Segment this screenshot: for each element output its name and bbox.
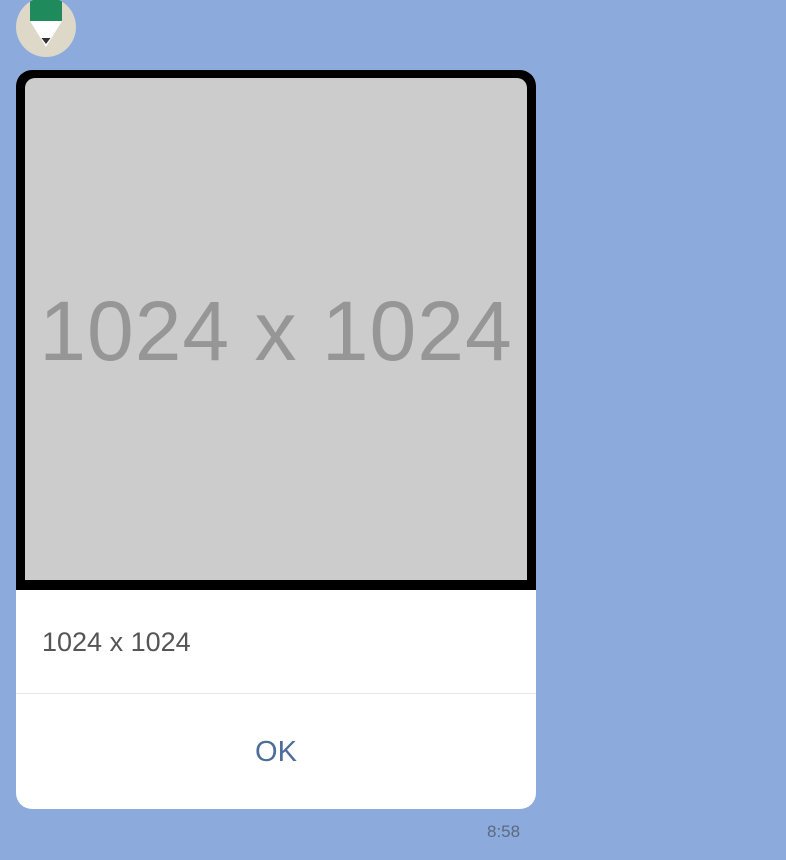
avatar[interactable] bbox=[16, 0, 76, 57]
pencil-heart-icon bbox=[30, 0, 62, 47]
ok-button[interactable]: OK bbox=[16, 694, 536, 809]
card-title: 1024 x 1024 bbox=[42, 627, 191, 657]
image-placeholder[interactable]: 1024 x 1024 bbox=[25, 78, 527, 580]
message-timestamp: 8:58 bbox=[487, 822, 521, 841]
image-placeholder-text: 1024 x 1024 bbox=[39, 283, 513, 378]
image-frame: 1024 x 1024 bbox=[16, 70, 536, 590]
image-message-card[interactable]: 1024 x 1024 1024 x 1024 OK bbox=[16, 70, 536, 809]
